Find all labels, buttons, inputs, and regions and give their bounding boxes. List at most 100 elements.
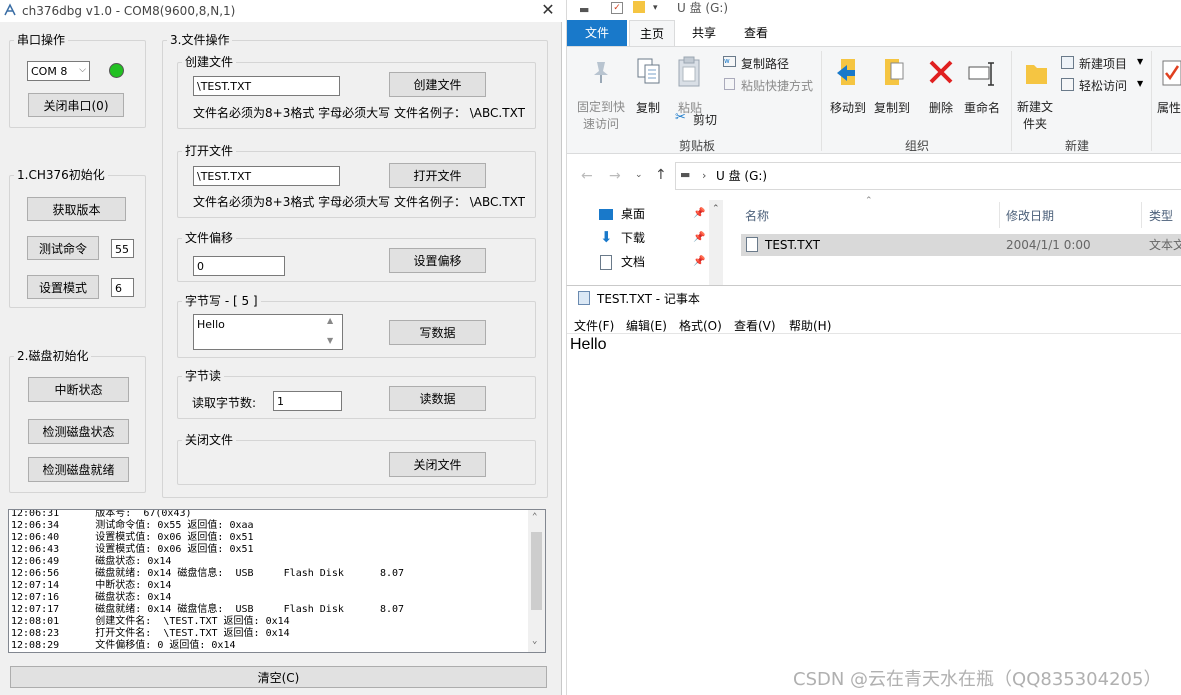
mode-value-input[interactable]: 6 [111, 278, 134, 297]
pin-icon: 📌 [693, 208, 706, 219]
log-line: 12:06:43 设置模式值: 0x06 返回值: 0x51 [11, 544, 254, 555]
close-icon[interactable]: ✕ [538, 0, 558, 22]
log-line: 12:08:01 创建文件名: \TEST.TXT 返回值: 0x14 [11, 616, 290, 627]
back-arrow-icon[interactable]: ← [581, 168, 593, 184]
column-divider[interactable] [1141, 202, 1142, 228]
copy-path-icon: w [723, 56, 736, 67]
read-count-input[interactable]: 1 [273, 391, 342, 411]
folder-quick-icon[interactable] [633, 1, 645, 13]
disk-group-title: 2.磁盘初始化 [14, 349, 92, 363]
tab-home[interactable]: 主页 [629, 20, 675, 46]
open-file-hint: 文件名必须为8+3格式 字母必须大写 文件名例子： \ABC.TXT [193, 195, 525, 209]
properties-quick-icon[interactable]: ✓ [611, 2, 623, 14]
chevron-down-icon[interactable]: ⌄ [635, 170, 643, 180]
init-group-title: 1.CH376初始化 [14, 168, 108, 182]
write-data-button[interactable]: 写数据 [389, 320, 486, 345]
properties-icon [1162, 60, 1181, 86]
interrupt-status-button[interactable]: 中断状态 [28, 377, 129, 402]
column-divider[interactable] [999, 202, 1000, 228]
tab-view[interactable]: 查看 [733, 20, 779, 46]
read-data-button[interactable]: 读数据 [389, 386, 486, 411]
address-row: ← → ⌄ ↑ ▬ › U 盘 (G:) [567, 156, 1181, 200]
notepad-title: TEST.TXT - 记事本 [597, 292, 700, 306]
scroll-up-icon[interactable]: ⌃ [532, 512, 537, 522]
column-type[interactable]: 类型 [1149, 209, 1173, 223]
test-command-button[interactable]: 测试命令 [27, 236, 99, 260]
app-icon [4, 3, 16, 16]
create-filename-input[interactable]: \TEST.TXT [193, 76, 340, 96]
window-title: ch376dbg v1.0 - COM8(9600,8,N,1) [22, 4, 236, 18]
file-type: 文本文 [1149, 238, 1181, 252]
scroll-up-icon[interactable]: ▲ [327, 316, 333, 325]
move-folder-icon [837, 59, 855, 85]
column-name[interactable]: 名称 [745, 209, 769, 223]
ribbon-separator [821, 51, 822, 151]
table-row[interactable]: TEST.TXT 2004/1/1 0:00 文本文 [741, 234, 1181, 256]
open-filename-input[interactable]: \TEST.TXT [193, 166, 340, 186]
close-file-button[interactable]: 关闭文件 [389, 452, 486, 477]
log-line: 12:07:17 磁盘就绪: 0x14 磁盘信息: USB Flash Disk… [11, 604, 405, 615]
pin-icon: 📌 [693, 232, 706, 243]
log-line: 12:06:34 测试命令值: 0x55 返回值: 0xaa [11, 520, 254, 531]
create-file-button[interactable]: 创建文件 [389, 72, 486, 97]
menu-edit[interactable]: 编辑(E) [626, 317, 667, 334]
delete-x-icon [929, 60, 953, 84]
close-port-button[interactable]: 关闭串口(0) [28, 93, 124, 117]
drive-icon: ▬ [579, 3, 590, 16]
menu-file[interactable]: 文件(F) [574, 317, 614, 334]
organize-group-label: 组织 [904, 139, 929, 153]
rename-icon [968, 62, 994, 86]
set-mode-button[interactable]: 设置模式 [27, 275, 99, 299]
nav-scrollbar[interactable]: ⌃ [709, 200, 723, 285]
quick-access-dropdown-icon[interactable]: ▾ [653, 3, 658, 13]
set-offset-button[interactable]: 设置偏移 [389, 248, 486, 273]
explorer-window: ▬ ✓ ▾ U 盘 (G:) 文件 主页 共享 查看 固定到快速访问 复制 粘贴… [566, 0, 1181, 285]
tab-share[interactable]: 共享 [681, 20, 727, 46]
scrollbar-thumb[interactable] [531, 532, 542, 610]
log-line: 12:06:40 设置模式值: 0x06 返回值: 0x51 [11, 532, 254, 543]
menu-view[interactable]: 查看(V) [734, 317, 776, 334]
title-bar: ch376dbg v1.0 - COM8(9600,8,N,1) ✕ [0, 0, 562, 22]
clipboard-group-label: 剪贴板 [678, 139, 715, 153]
com-port-select[interactable]: COM 8 ⌵ [27, 61, 90, 81]
download-icon: ⬇ [600, 228, 613, 246]
read-label: 字节读 [182, 369, 225, 383]
explorer-titlebar: ▬ ✓ ▾ U 盘 (G:) [567, 0, 1181, 20]
scroll-up-icon[interactable]: ⌃ [712, 204, 720, 214]
scissors-icon: ✂ [675, 110, 686, 125]
tab-file[interactable]: 文件 [567, 20, 627, 46]
chevron-down-icon: ▼ [1137, 57, 1144, 66]
offset-input[interactable]: 0 [193, 256, 285, 276]
test-value-input[interactable]: 55 [111, 239, 134, 258]
menu-format[interactable]: 格式(O) [679, 317, 722, 334]
ch376dbg-window: ch376dbg v1.0 - COM8(9600,8,N,1) ✕ 串口操作 … [0, 0, 562, 695]
nav-pane: 桌面 ⬇ 下载 文档 图片 📌 📌 📌 ⌃ [567, 200, 727, 285]
notepad-editor[interactable]: Hello [570, 336, 1175, 676]
clipboard-icon [678, 56, 700, 87]
check-disk-status-button[interactable]: 检测磁盘状态 [28, 419, 129, 444]
chevron-down-icon: ⌵ [79, 65, 86, 75]
pin-icon [594, 62, 608, 83]
column-date[interactable]: 修改日期 [1006, 209, 1054, 223]
menu-bar: 文件(F) 编辑(E) 格式(O) 查看(V) 帮助(H) [567, 314, 1181, 334]
explorer-title: U 盘 (G:) [677, 1, 729, 15]
disk-ready-button[interactable]: 检测磁盘就绪 [28, 457, 129, 482]
log-output[interactable]: 12:06:31 版本号: 67(0x43) 12:06:34 测试命令值: 0x… [8, 509, 546, 653]
forward-arrow-icon[interactable]: → [609, 168, 621, 184]
scroll-down-icon[interactable]: ⌄ [532, 636, 537, 646]
read-count-label: 读取字节数: [192, 396, 257, 410]
scroll-down-icon[interactable]: ▼ [327, 336, 333, 345]
up-arrow-icon[interactable]: ↑ [655, 167, 667, 183]
log-scrollbar[interactable]: ⌃ ⌄ [528, 510, 545, 652]
menu-help[interactable]: 帮助(H) [789, 317, 831, 334]
get-version-button[interactable]: 获取版本 [27, 197, 126, 221]
file-date: 2004/1/1 0:00 [1006, 238, 1091, 252]
create-file-label: 创建文件 [182, 55, 237, 69]
open-file-button[interactable]: 打开文件 [389, 163, 486, 188]
write-data-textarea[interactable]: Hello [193, 314, 343, 350]
new-folder-icon [1026, 65, 1047, 84]
address-bar[interactable]: ▬ › U 盘 (G:) [675, 162, 1181, 190]
log-line: 12:06:31 版本号: 67(0x43) [11, 509, 192, 519]
easy-access-icon [1061, 78, 1074, 91]
clear-button[interactable]: 清空(C) [10, 666, 547, 688]
